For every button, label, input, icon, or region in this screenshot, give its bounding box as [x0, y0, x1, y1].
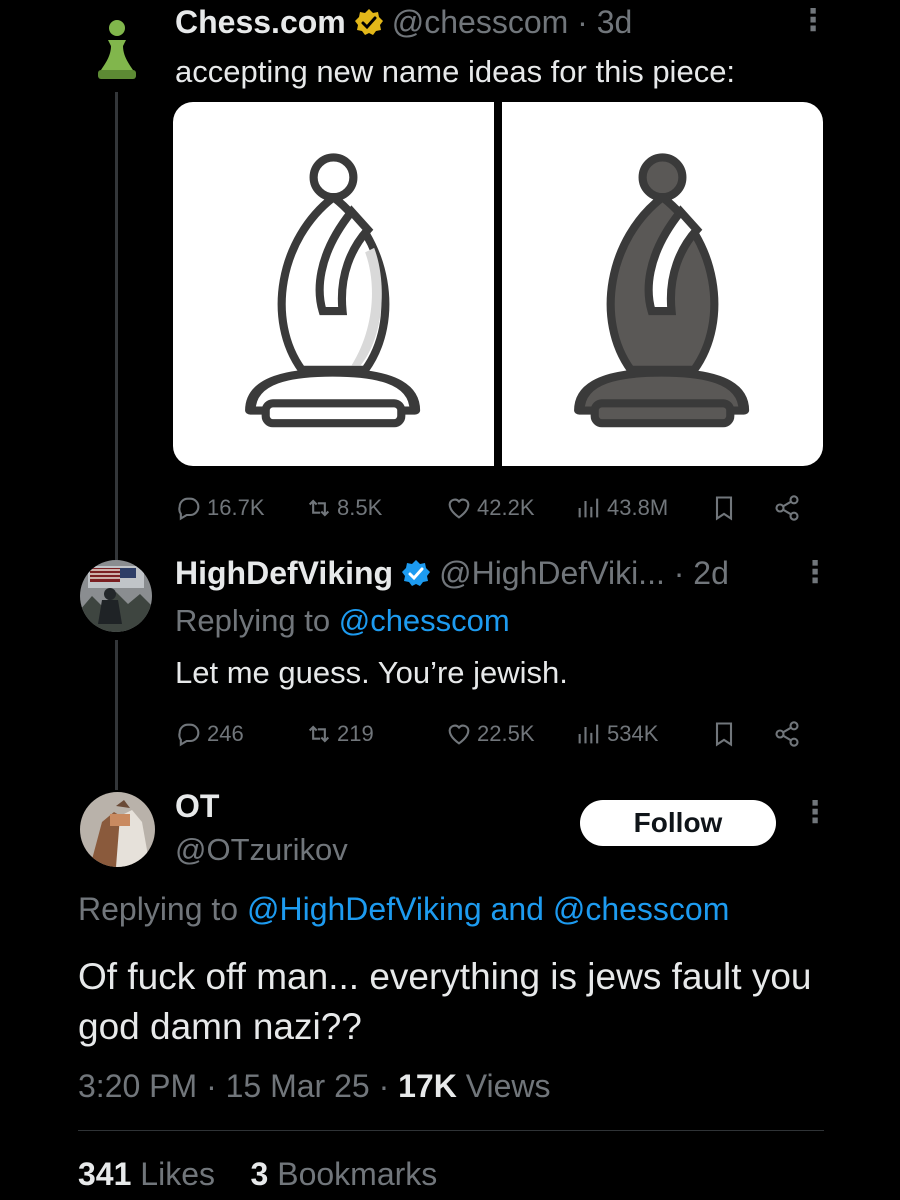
- tweet3-time[interactable]: 3:20 PM: [78, 1068, 197, 1104]
- white-bishop-image[interactable]: [173, 102, 494, 466]
- reply-icon: [178, 723, 200, 747]
- heart-icon: [448, 498, 470, 519]
- black-bishop-image[interactable]: [502, 102, 823, 466]
- more-options-icon[interactable]: ⋮: [800, 558, 830, 588]
- replying-prefix: Replying to: [78, 891, 239, 927]
- tweet3-display-name[interactable]: OT: [175, 788, 219, 825]
- dot-separator: ·: [206, 1068, 226, 1104]
- like-count: 42.2K: [477, 495, 535, 520]
- like-button[interactable]: 42.2K: [445, 494, 535, 522]
- bookmark-button[interactable]: [710, 494, 738, 522]
- reply-button[interactable]: 246: [175, 720, 244, 748]
- tweet3-text: Of fuck off man... everything is jews fa…: [78, 956, 812, 1047]
- more-options-icon[interactable]: ⋮: [798, 6, 828, 36]
- chesscom-avatar-pawn-icon[interactable]: [92, 18, 142, 82]
- bookmarks-stat[interactable]: 3 Bookmarks: [251, 1156, 438, 1192]
- repost-icon: [308, 725, 330, 743]
- verified-gold-icon: [354, 8, 384, 38]
- heart-icon: [448, 724, 470, 745]
- thread-line: [115, 92, 118, 562]
- views-count: 534K: [607, 721, 659, 746]
- tweet1-time[interactable]: 3d: [597, 4, 633, 41]
- tweet2-handle[interactable]: @HighDefViki...: [439, 555, 665, 592]
- tweet3-views-count: 17K: [398, 1068, 457, 1104]
- bookmark-icon: [715, 496, 733, 521]
- repost-icon: [308, 499, 330, 517]
- like-button[interactable]: 22.5K: [445, 720, 535, 748]
- views-chart-icon: [578, 724, 599, 744]
- views-button[interactable]: 534K: [575, 720, 658, 748]
- bookmark-button[interactable]: [710, 720, 738, 748]
- tweet1-display-name[interactable]: Chess.com: [175, 4, 346, 41]
- reply-button[interactable]: 16.7K: [175, 494, 265, 522]
- tweet2-display-name[interactable]: HighDefViking: [175, 555, 393, 592]
- replying-prefix: Replying to: [175, 603, 331, 638]
- bookmark-icon: [715, 722, 733, 747]
- likes-label: Likes: [140, 1156, 215, 1192]
- tweet1-actions: 16.7K 8.5K 42.2K 43.8M: [175, 490, 825, 526]
- repost-count: 219: [337, 721, 374, 746]
- tweet1-header: Chess.com @chesscom · 3d: [175, 4, 632, 41]
- views-chart-icon: [578, 498, 599, 518]
- views-button[interactable]: 43.8M: [575, 494, 668, 522]
- reply-count: 246: [207, 721, 244, 746]
- replying-and[interactable]: and: [491, 891, 544, 927]
- thread-line: [115, 640, 118, 790]
- share-button[interactable]: [773, 494, 801, 522]
- likes-count: 341: [78, 1156, 132, 1192]
- share-button[interactable]: [773, 720, 801, 748]
- views-count: 43.8M: [607, 495, 669, 520]
- tweet2-actions: 246 219 22.5K 534K: [175, 716, 825, 752]
- highdefviking-avatar[interactable]: [80, 560, 152, 632]
- tweet1-handle[interactable]: @chesscom: [392, 4, 569, 41]
- tweet1-text: accepting new name ideas for this piece:: [175, 54, 736, 89]
- replying-to-link[interactable]: @HighDefViking: [247, 891, 482, 927]
- repost-button[interactable]: 8.5K: [305, 494, 382, 522]
- tweet2-time[interactable]: 2d: [693, 555, 729, 592]
- repost-count: 8.5K: [337, 495, 383, 520]
- dot-separator: ·: [568, 4, 597, 40]
- likes-stat[interactable]: 341 Likes: [78, 1156, 215, 1192]
- share-icon: [775, 721, 799, 747]
- bookmarks-label: Bookmarks: [277, 1156, 438, 1192]
- dot-separator: ·: [378, 1068, 399, 1104]
- follow-button[interactable]: Follow: [580, 800, 776, 846]
- replying-to-link[interactable]: @chesscom: [339, 603, 510, 638]
- dot-separator: ·: [664, 555, 694, 591]
- tweet2-replying-to: Replying to @chesscom: [175, 603, 510, 639]
- bookmarks-count: 3: [250, 1156, 269, 1192]
- more-options-icon[interactable]: ⋮: [800, 798, 830, 828]
- tweet1-media[interactable]: [173, 102, 823, 466]
- reply-icon: [178, 497, 200, 521]
- tweet3-stats: 341 Likes 3 Bookmarks: [78, 1156, 437, 1193]
- tweet2-header: HighDefViking @HighDefViki... · 2d: [175, 555, 729, 592]
- tweet3-replying-to: Replying to @HighDefViking and @chesscom: [78, 891, 729, 928]
- repost-button[interactable]: 219: [305, 720, 374, 748]
- otzurikov-avatar[interactable]: [80, 792, 155, 867]
- replying-to-link[interactable]: @chesscom: [553, 891, 730, 927]
- divider: [78, 1130, 824, 1131]
- tweet2-text: Let me guess. You’re jewish.: [175, 655, 568, 690]
- like-count: 22.5K: [477, 721, 535, 746]
- verified-blue-icon: [401, 559, 431, 589]
- tweet3-views-label: Views: [465, 1068, 551, 1104]
- tweet3-meta: 3:20 PM · 15 Mar 25 · 17K Views: [78, 1068, 551, 1105]
- tweet3-handle[interactable]: @OTzurikov: [175, 832, 348, 868]
- tweet3-date[interactable]: 15 Mar 25: [226, 1068, 370, 1104]
- reply-count: 16.7K: [207, 495, 265, 520]
- share-icon: [775, 495, 799, 521]
